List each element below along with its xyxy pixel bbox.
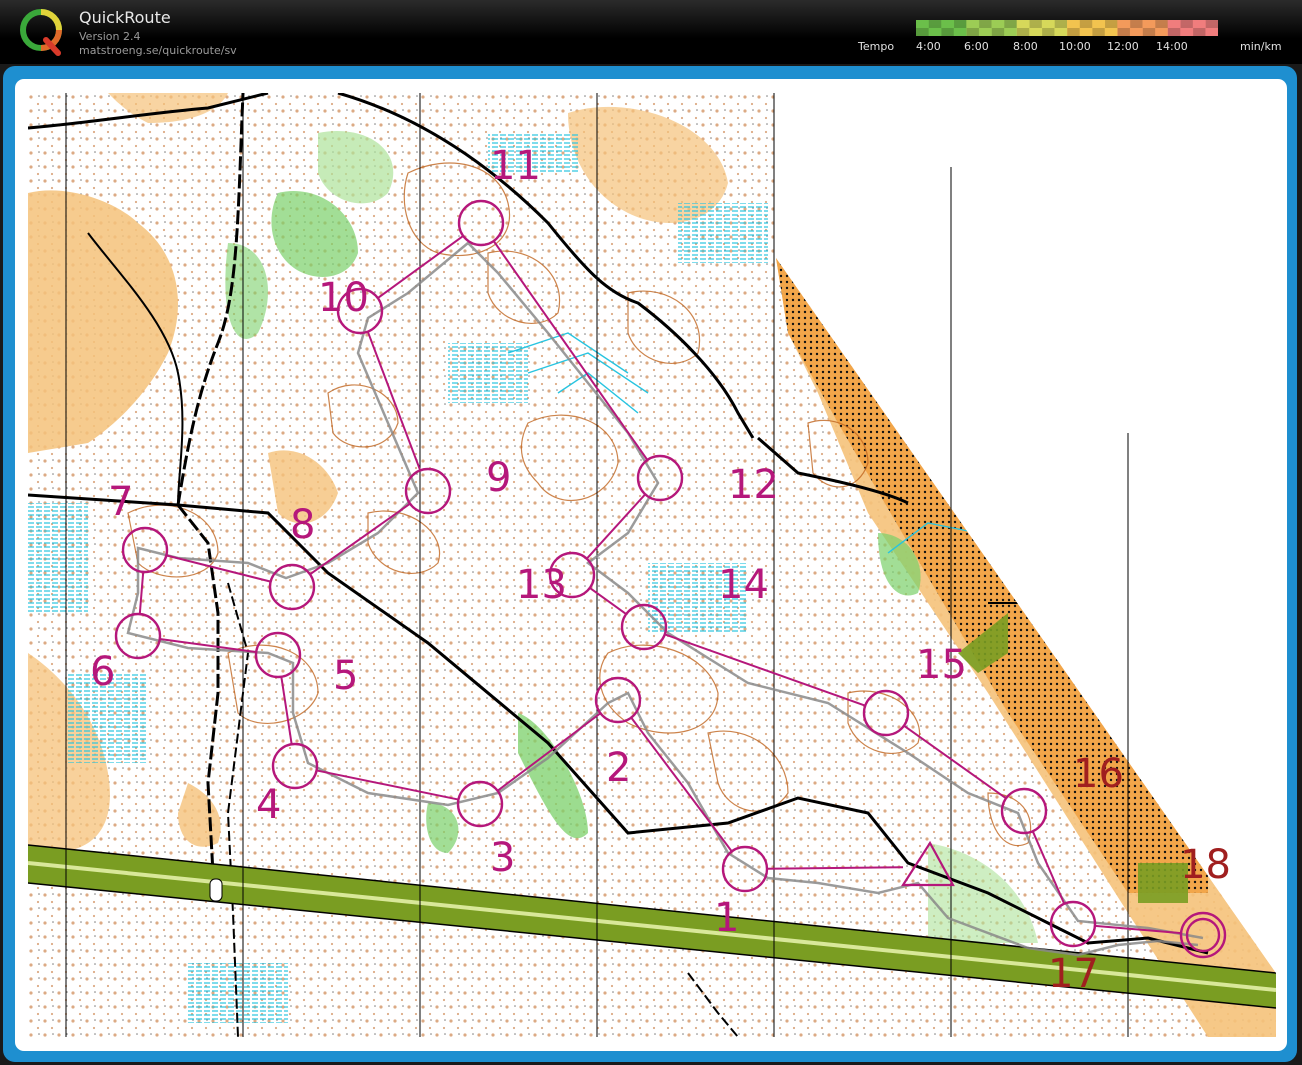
tempo-color-cell	[1180, 28, 1194, 36]
tempo-color-cell	[941, 20, 955, 28]
tempo-color-cell	[1104, 28, 1118, 36]
tempo-color-cell	[1142, 20, 1156, 28]
control-number: 18	[1180, 842, 1231, 888]
tempo-color-cell	[1167, 20, 1181, 28]
tempo-tick: 10:00	[1059, 40, 1091, 53]
tempo-color-cell	[1205, 20, 1218, 28]
tempo-color-cell	[978, 28, 992, 36]
tempo-color-cell	[1079, 20, 1093, 28]
tempo-color-cell	[1192, 28, 1206, 36]
control-number: 11	[490, 143, 541, 189]
tempo-color-cell	[1092, 20, 1106, 28]
tempo-color-cell	[916, 28, 929, 36]
tempo-color-cell	[966, 28, 980, 36]
control-number: 13	[516, 562, 567, 608]
control-number: 2	[606, 745, 631, 791]
tempo-color-cell	[1016, 28, 1030, 36]
control-number: 4	[256, 782, 281, 828]
app-version: Version 2.4	[79, 30, 141, 43]
tempo-color-cell	[1067, 20, 1080, 28]
control-number: 16	[1073, 751, 1124, 797]
control-number: 10	[318, 275, 369, 321]
tempo-unit: min/km	[1240, 40, 1282, 53]
control-number: 12	[728, 462, 779, 508]
tempo-tick: 8:00	[1013, 40, 1038, 53]
tempo-color-cell	[978, 20, 992, 28]
orienteering-map[interactable]: 1234567 8910111213 1415161718	[28, 93, 1276, 1037]
tempo-color-cell	[1004, 20, 1017, 28]
app-title: QuickRoute	[79, 8, 171, 27]
tempo-label: Tempo	[858, 40, 895, 53]
tempo-color-cell	[941, 28, 955, 36]
tempo-color-cell	[928, 20, 942, 28]
tempo-color-cell	[1117, 20, 1131, 28]
tempo-color-cell	[1041, 28, 1055, 36]
tempo-color-cell	[1029, 20, 1043, 28]
tempo-tick: 6:00	[964, 40, 989, 53]
tempo-color-cell	[1205, 28, 1218, 36]
tempo-color-cell	[1029, 28, 1043, 36]
tempo-color-cell	[1167, 28, 1181, 36]
tempo-tick: 14:00	[1156, 40, 1188, 53]
tempo-color-cell	[991, 28, 1005, 36]
tempo-color-cell	[916, 20, 929, 28]
tempo-color-cell	[953, 20, 967, 28]
marsh-area	[28, 503, 88, 613]
tempo-color-cell	[1142, 28, 1156, 36]
app-url: matstroeng.se/quickroute/sv	[79, 44, 237, 57]
tempo-color-cell	[1016, 20, 1030, 28]
tempo-color-cell	[1041, 20, 1055, 28]
tempo-color-cell	[1129, 28, 1143, 36]
tempo-color-cell	[1092, 28, 1106, 36]
marsh-area	[448, 343, 528, 403]
tempo-color-cell	[1192, 20, 1206, 28]
tempo-color-cell	[991, 20, 1005, 28]
control-number: 17	[1048, 951, 1099, 997]
marsh-area	[678, 203, 768, 263]
control-number: 15	[916, 642, 967, 688]
control-number: 14	[718, 562, 769, 608]
tempo-color-cell	[953, 28, 967, 36]
tempo-color-cell	[1067, 28, 1080, 36]
tempo-color-cell	[1129, 20, 1143, 28]
tempo-color-cell	[1079, 28, 1093, 36]
tempo-color-cell	[966, 20, 980, 28]
tempo-color-scale	[916, 20, 1218, 36]
tempo-color-cell	[1054, 28, 1068, 36]
control-number: 6	[90, 649, 115, 695]
quickroute-logo-icon	[20, 9, 62, 56]
tempo-tick: 4:00	[916, 40, 941, 53]
tempo-color-cell	[928, 28, 942, 36]
tempo-color-cell	[1054, 20, 1068, 28]
control-number: 1	[714, 895, 739, 941]
tempo-color-cell	[1155, 28, 1168, 36]
tempo-color-cell	[1104, 20, 1118, 28]
control-number: 8	[290, 502, 315, 548]
tempo-tick: 12:00	[1107, 40, 1139, 53]
control-number: 7	[108, 479, 133, 525]
tempo-color-cell	[1117, 28, 1131, 36]
tempo-color-cell	[1004, 28, 1017, 36]
control-number: 3	[490, 835, 515, 881]
title-bar: QuickRoute Version 2.4 matstroeng.se/qui…	[0, 0, 1302, 64]
tempo-color-cell	[1155, 20, 1168, 28]
control-number: 9	[486, 455, 511, 501]
control-number: 5	[333, 653, 358, 699]
tempo-color-cell	[1180, 20, 1194, 28]
